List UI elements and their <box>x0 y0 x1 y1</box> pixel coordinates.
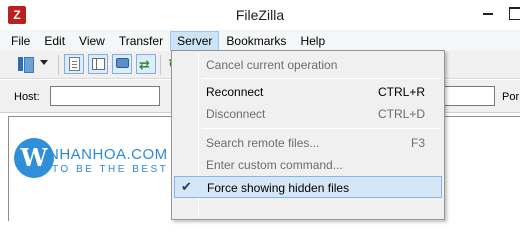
server-menu-dropdown: Cancel current operation Reconnect CTRL+… <box>171 50 445 220</box>
transfer-queue-toggle-icon[interactable]: ⇄ <box>136 54 156 74</box>
logo-slogan: TO BE THE BEST <box>52 164 169 175</box>
menu-item-label: Force showing hidden files <box>207 181 350 195</box>
site-manager-icon[interactable] <box>16 54 36 74</box>
menu-item-shortcut: CTRL+R <box>377 85 425 99</box>
host-input[interactable] <box>50 86 160 106</box>
menu-separator <box>202 128 440 129</box>
checkmark-icon: ✔ <box>181 179 192 194</box>
menu-view[interactable]: View <box>72 31 112 51</box>
menu-item-label: Reconnect <box>206 85 264 99</box>
menu-item-label: Cancel current operation <box>206 58 338 72</box>
nhanhoa-logo: W NHANHOA.COM TO BE THE BEST <box>14 138 167 182</box>
menu-item-shortcut: CTRL+D <box>377 107 425 121</box>
menu-item-label: Enter custom command... <box>206 158 343 172</box>
minimize-button[interactable] <box>474 0 502 22</box>
host-label: Host: <box>14 91 40 103</box>
menu-item-shortcut: F3 <box>410 136 425 150</box>
password-input[interactable] <box>440 86 495 106</box>
port-label: Por <box>502 91 520 103</box>
chevron-down-icon[interactable] <box>40 60 48 65</box>
window-title: FileZilla <box>235 7 285 23</box>
menu-edit[interactable]: Edit <box>37 31 72 51</box>
menu-item-cancel-operation[interactable]: Cancel current operation <box>174 54 442 76</box>
menu-separator <box>202 78 440 79</box>
menu-item-reconnect[interactable]: Reconnect CTRL+R <box>174 81 442 103</box>
menu-item-disconnect[interactable]: Disconnect CTRL+D <box>174 103 442 125</box>
toolbar-separator <box>58 55 59 75</box>
menu-transfer[interactable]: Transfer <box>112 31 170 51</box>
menu-item-label: Disconnect <box>206 107 266 121</box>
menu-file[interactable]: File <box>4 31 37 51</box>
menu-item-label: Search remote files... <box>206 136 320 150</box>
menu-bookmarks[interactable]: Bookmarks <box>219 31 293 51</box>
message-log-toggle-icon[interactable] <box>64 54 84 74</box>
menu-server[interactable]: Server <box>170 30 220 51</box>
menu-item-search-remote[interactable]: Search remote files... F3 <box>174 132 442 154</box>
remote-tree-toggle-icon[interactable] <box>112 54 132 74</box>
directory-tree-toggle-icon[interactable] <box>88 54 108 74</box>
logo-name: NHANHOA.COM <box>48 146 168 163</box>
menu-item-custom-command[interactable]: Enter custom command... <box>174 154 442 176</box>
menu-item-force-hidden-files[interactable]: ✔ Force showing hidden files <box>174 176 442 198</box>
menu-bar: File Edit View Transfer Server Bookmarks… <box>0 30 520 51</box>
toolbar-separator <box>160 55 161 75</box>
maximize-button[interactable] <box>506 0 520 22</box>
title-bar: Z FileZilla <box>0 0 520 30</box>
menu-help[interactable]: Help <box>293 31 332 51</box>
